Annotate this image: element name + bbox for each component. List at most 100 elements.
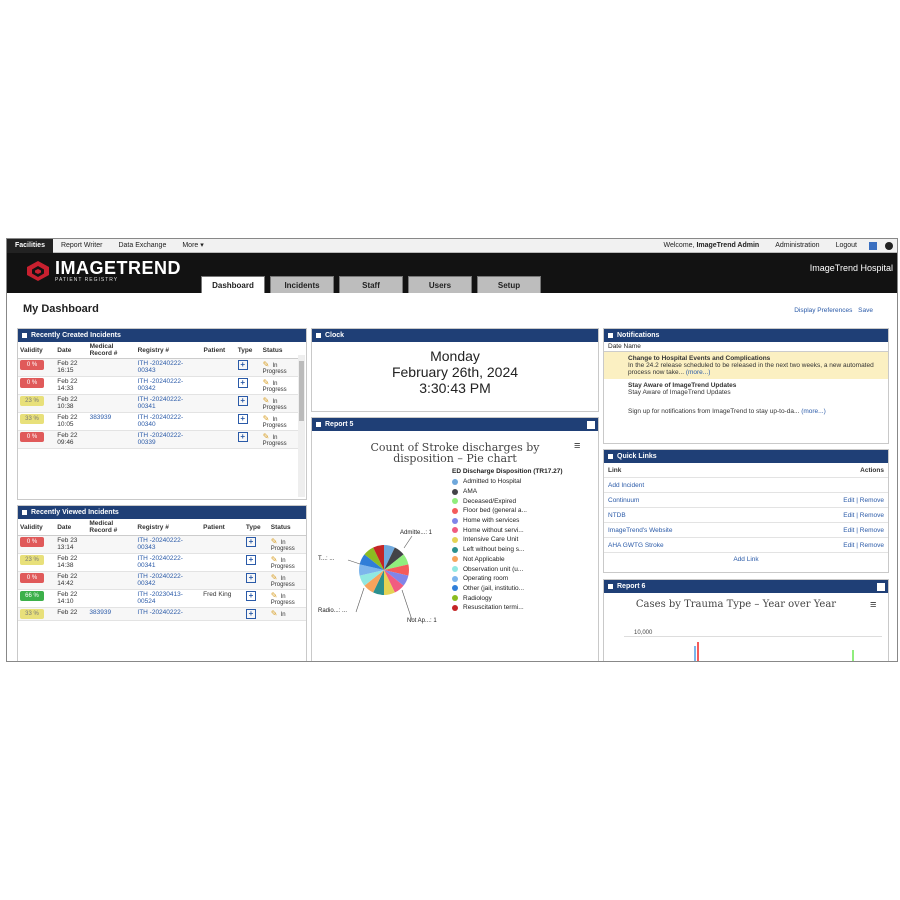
table-row[interactable]: 66 % Feb 22 14:10 ITH -20230413- 00524 Fred K… (18, 589, 306, 608)
collapse-icon[interactable] (608, 454, 613, 459)
chart-menu-icon[interactable]: ≡ (870, 599, 876, 611)
incident-type-icon[interactable]: + (245, 537, 256, 547)
notification-item[interactable]: Change to Hospital Events and Complicati… (604, 352, 888, 379)
quick-link-row[interactable]: AHA GWTG Stroke Edit | Remove (604, 538, 888, 553)
incident-type-icon[interactable]: + (245, 555, 256, 565)
col-validity[interactable]: Validity (18, 519, 56, 536)
registry-cell[interactable]: ITH -20240222- 00341 (135, 394, 202, 413)
legend-item[interactable]: Deceased/Expired (452, 496, 563, 506)
incident-type-icon[interactable]: + (237, 378, 248, 388)
tab-incidents[interactable]: Incidents (270, 276, 334, 293)
collapse-icon[interactable] (22, 510, 27, 515)
registry-cell[interactable]: ITH -20240222- 00342 (135, 376, 202, 395)
quick-link-actions[interactable]: Edit | Remove (843, 508, 884, 522)
menu-more[interactable]: More ▾ (174, 239, 211, 253)
tab-staff[interactable]: Staff (339, 276, 403, 293)
quick-link-actions[interactable]: Edit | Remove (843, 538, 884, 552)
table-row[interactable]: 33 % Feb 22 10:05 383939 ITH -20240222- 00340… (18, 412, 298, 431)
table-row[interactable]: 23 % Feb 22 10:38 ITH -20240222- 00341 + ✎ In P… (18, 394, 298, 413)
more-link[interactable]: (more...) (686, 369, 711, 376)
col-patient[interactable]: Patient (201, 519, 244, 536)
save-link[interactable]: Save (858, 307, 873, 314)
logout-link[interactable]: Logout (828, 239, 865, 253)
collapse-icon[interactable] (608, 584, 613, 589)
quick-link-row[interactable]: ImageTrend's Website Edit | Remove (604, 523, 888, 538)
add-link-button[interactable]: Add Link (604, 556, 888, 563)
menu-report-writer[interactable]: Report Writer (53, 239, 111, 253)
table-row[interactable]: 23 % Feb 22 14:38 ITH -20240222- 00341 + ✎ In P… (18, 553, 306, 572)
mrn-cell[interactable] (87, 394, 136, 413)
pencil-icon[interactable]: ✎ (263, 414, 271, 423)
legend-item[interactable]: Intensive Care Unit (452, 535, 563, 545)
incident-type-icon[interactable]: + (245, 609, 256, 619)
quick-link-row[interactable]: Add Incident (604, 478, 888, 493)
pencil-icon[interactable]: ✎ (271, 555, 279, 564)
more-link[interactable]: (more...) (801, 408, 826, 415)
incident-type-icon[interactable]: + (237, 432, 248, 442)
mrn-cell[interactable] (87, 358, 136, 377)
quick-link-actions[interactable]: Edit | Remove (843, 523, 884, 537)
legend-item[interactable]: Operating room (452, 574, 563, 584)
scrollbar-thumb[interactable] (299, 361, 304, 421)
incident-type-icon[interactable]: + (245, 591, 256, 601)
mrn-cell[interactable]: 383939 (87, 607, 136, 621)
legend-item[interactable]: Home without servi... (452, 525, 563, 535)
table-row[interactable]: 0 % Feb 22 16:15 ITH -20240222- 00343 + ✎ In Pr… (18, 358, 298, 377)
incident-type-icon[interactable]: + (237, 414, 248, 424)
edit-icon[interactable] (877, 582, 885, 591)
legend-item[interactable]: Observation unit (u... (452, 564, 563, 574)
legend-item[interactable]: Home with services (452, 516, 563, 526)
collapse-icon[interactable] (316, 333, 321, 338)
col-validity[interactable]: Validity (18, 342, 56, 359)
pencil-icon[interactable]: ✎ (271, 537, 279, 546)
pencil-icon[interactable]: ✎ (271, 609, 279, 618)
col-status[interactable]: Status (260, 342, 298, 359)
mrn-cell[interactable] (87, 589, 136, 608)
legend-item[interactable]: Other (jail, institutio... (452, 584, 563, 594)
quick-link-row[interactable]: NTDB Edit | Remove (604, 508, 888, 523)
table-row[interactable]: 0 % Feb 22 09:46 ITH -20240222- 00339 + ✎ In Pr… (18, 430, 298, 449)
quick-link-name[interactable]: ImageTrend's Website (608, 523, 843, 537)
registry-cell[interactable]: ITH -20240222- 00341 (135, 553, 202, 572)
col-date[interactable]: Date (55, 519, 88, 536)
collapse-icon[interactable] (22, 333, 27, 338)
help-icon[interactable] (885, 241, 893, 250)
tab-dashboard[interactable]: Dashboard (201, 276, 265, 293)
collapse-icon[interactable] (316, 422, 321, 427)
col-registry[interactable]: Registry # (135, 519, 202, 536)
quick-link-name[interactable]: Add Incident (608, 478, 884, 492)
registry-cell[interactable]: ITH -20240222- (135, 607, 202, 621)
quick-link-name[interactable]: AHA GWTG Stroke (608, 538, 843, 552)
legend-item[interactable]: Not Applicable (452, 555, 563, 565)
pencil-icon[interactable]: ✎ (263, 360, 271, 369)
pencil-icon[interactable]: ✎ (271, 591, 279, 600)
col-status[interactable]: Status (268, 519, 306, 536)
col-patient[interactable]: Patient (201, 342, 236, 359)
table-row[interactable]: 0 % Feb 22 14:42 ITH -20240222- 00342 + ✎ In Pr… (18, 571, 306, 590)
registry-cell[interactable]: ITH -20240222- 00342 (135, 571, 202, 590)
table-row[interactable]: 0 % Feb 23 13:14 ITH -20240222- 00343 + ✎ In Pr… (18, 535, 306, 554)
mail-icon[interactable] (869, 241, 877, 250)
notification-item[interactable]: Stay Aware of ImageTrend Updates Stay Aw… (604, 379, 888, 399)
legend-item[interactable]: Resuscitation termi... (452, 603, 563, 613)
registry-cell[interactable]: ITH -20240222- 00339 (135, 430, 202, 449)
col-type[interactable]: Type (243, 519, 269, 536)
mrn-cell[interactable] (87, 376, 136, 395)
pencil-icon[interactable]: ✎ (271, 573, 279, 582)
display-preferences-link[interactable]: Display Preferences (794, 307, 852, 314)
pencil-icon[interactable]: ✎ (263, 396, 271, 405)
table-row[interactable]: 0 % Feb 22 14:33 ITH -20240222- 00342 + ✎ In Pr… (18, 376, 298, 395)
mrn-cell[interactable] (87, 535, 136, 554)
pencil-icon[interactable]: ✎ (263, 378, 271, 387)
quick-link-row[interactable]: Continuum Edit | Remove (604, 493, 888, 508)
quick-link-name[interactable]: Continuum (608, 493, 843, 507)
menu-data-exchange[interactable]: Data Exchange (110, 239, 174, 253)
col-mrn[interactable]: Medical Record # (87, 519, 136, 536)
col-date[interactable]: Date (55, 342, 88, 359)
registry-cell[interactable]: ITH -20240222- 00343 (135, 358, 202, 377)
registry-cell[interactable]: ITH -20240222- 00343 (135, 535, 202, 554)
collapse-icon[interactable] (608, 333, 613, 338)
menu-facilities[interactable]: Facilities (7, 239, 53, 253)
incident-type-icon[interactable]: + (237, 396, 248, 406)
quick-link-name[interactable]: NTDB (608, 508, 843, 522)
